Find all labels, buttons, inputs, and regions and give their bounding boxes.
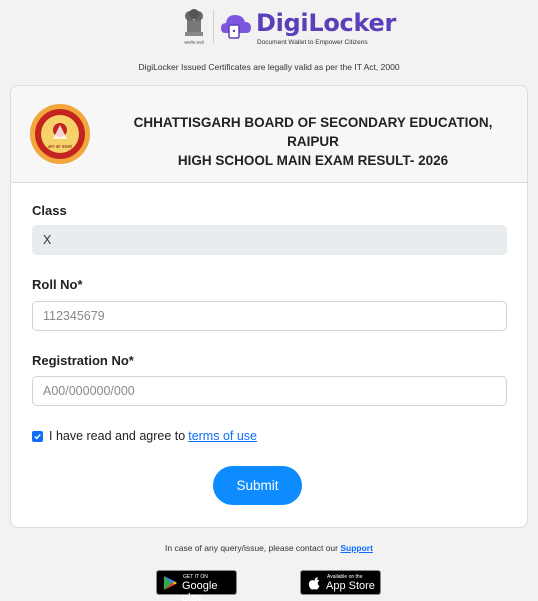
roll-label: Roll No*	[32, 277, 83, 292]
board-title-line1: CHHATTISGARH BOARD OF SECONDARY EDUCATIO…	[133, 115, 493, 149]
digilocker-logo-icon[interactable]	[219, 9, 253, 43]
app-store-badge[interactable]: Available on the App Store	[300, 570, 381, 595]
brand-name: DigiLocker	[256, 9, 396, 37]
terms-of-use-link[interactable]: terms of use	[188, 429, 257, 443]
board-title: CHHATTISGARH BOARD OF SECONDARY EDUCATIO…	[113, 113, 513, 170]
class-field	[32, 225, 507, 255]
card-header: ज्ञान का प्रकाश CHHATTISGARH BOARD OF SE…	[11, 86, 527, 183]
agree-text: I have read and agree to	[49, 429, 186, 443]
agree-row: I have read and agree to terms of use	[32, 429, 257, 443]
header-divider	[213, 10, 214, 44]
google-play-badge[interactable]: GET IT ON Google play	[156, 570, 237, 601]
submit-button[interactable]: Submit	[213, 466, 302, 505]
google-play-icon	[164, 576, 177, 590]
apple-icon	[308, 577, 320, 590]
emblem-caption: सत्यमेव जयते	[184, 40, 204, 45]
registration-number-input[interactable]	[32, 376, 507, 406]
support-note-text: In case of any query/issue, please conta…	[165, 543, 338, 553]
national-emblem-icon: सत्यमेव जयते	[184, 9, 204, 45]
seal-text: ज्ञान का प्रकाश	[48, 144, 73, 149]
board-title-line2: HIGH SCHOOL MAIN EXAM RESULT- 2026	[177, 153, 449, 168]
roll-number-input[interactable]	[32, 301, 507, 331]
class-label: Class	[32, 203, 67, 218]
checkmark-icon	[34, 433, 41, 440]
header: सत्यमेव जयते DigiLocker Document Wallet …	[0, 0, 538, 84]
board-seal-icon: ज्ञान का प्रकाश	[30, 104, 90, 164]
google-play-label: Google play	[182, 580, 218, 601]
support-note: In case of any query/issue, please conta…	[0, 543, 538, 553]
support-link[interactable]: Support	[340, 543, 373, 553]
registration-label: Registration No*	[32, 353, 134, 368]
result-form-card: ज्ञान का प्रकाश CHHATTISGARH BOARD OF SE…	[10, 85, 528, 528]
app-store-label: App Store	[326, 580, 375, 592]
brand-tagline: Document Wallet to Empower Citizens	[257, 39, 368, 46]
agree-checkbox[interactable]	[32, 430, 43, 442]
legal-notice: DigiLocker Issued Certificates are legal…	[138, 62, 400, 72]
